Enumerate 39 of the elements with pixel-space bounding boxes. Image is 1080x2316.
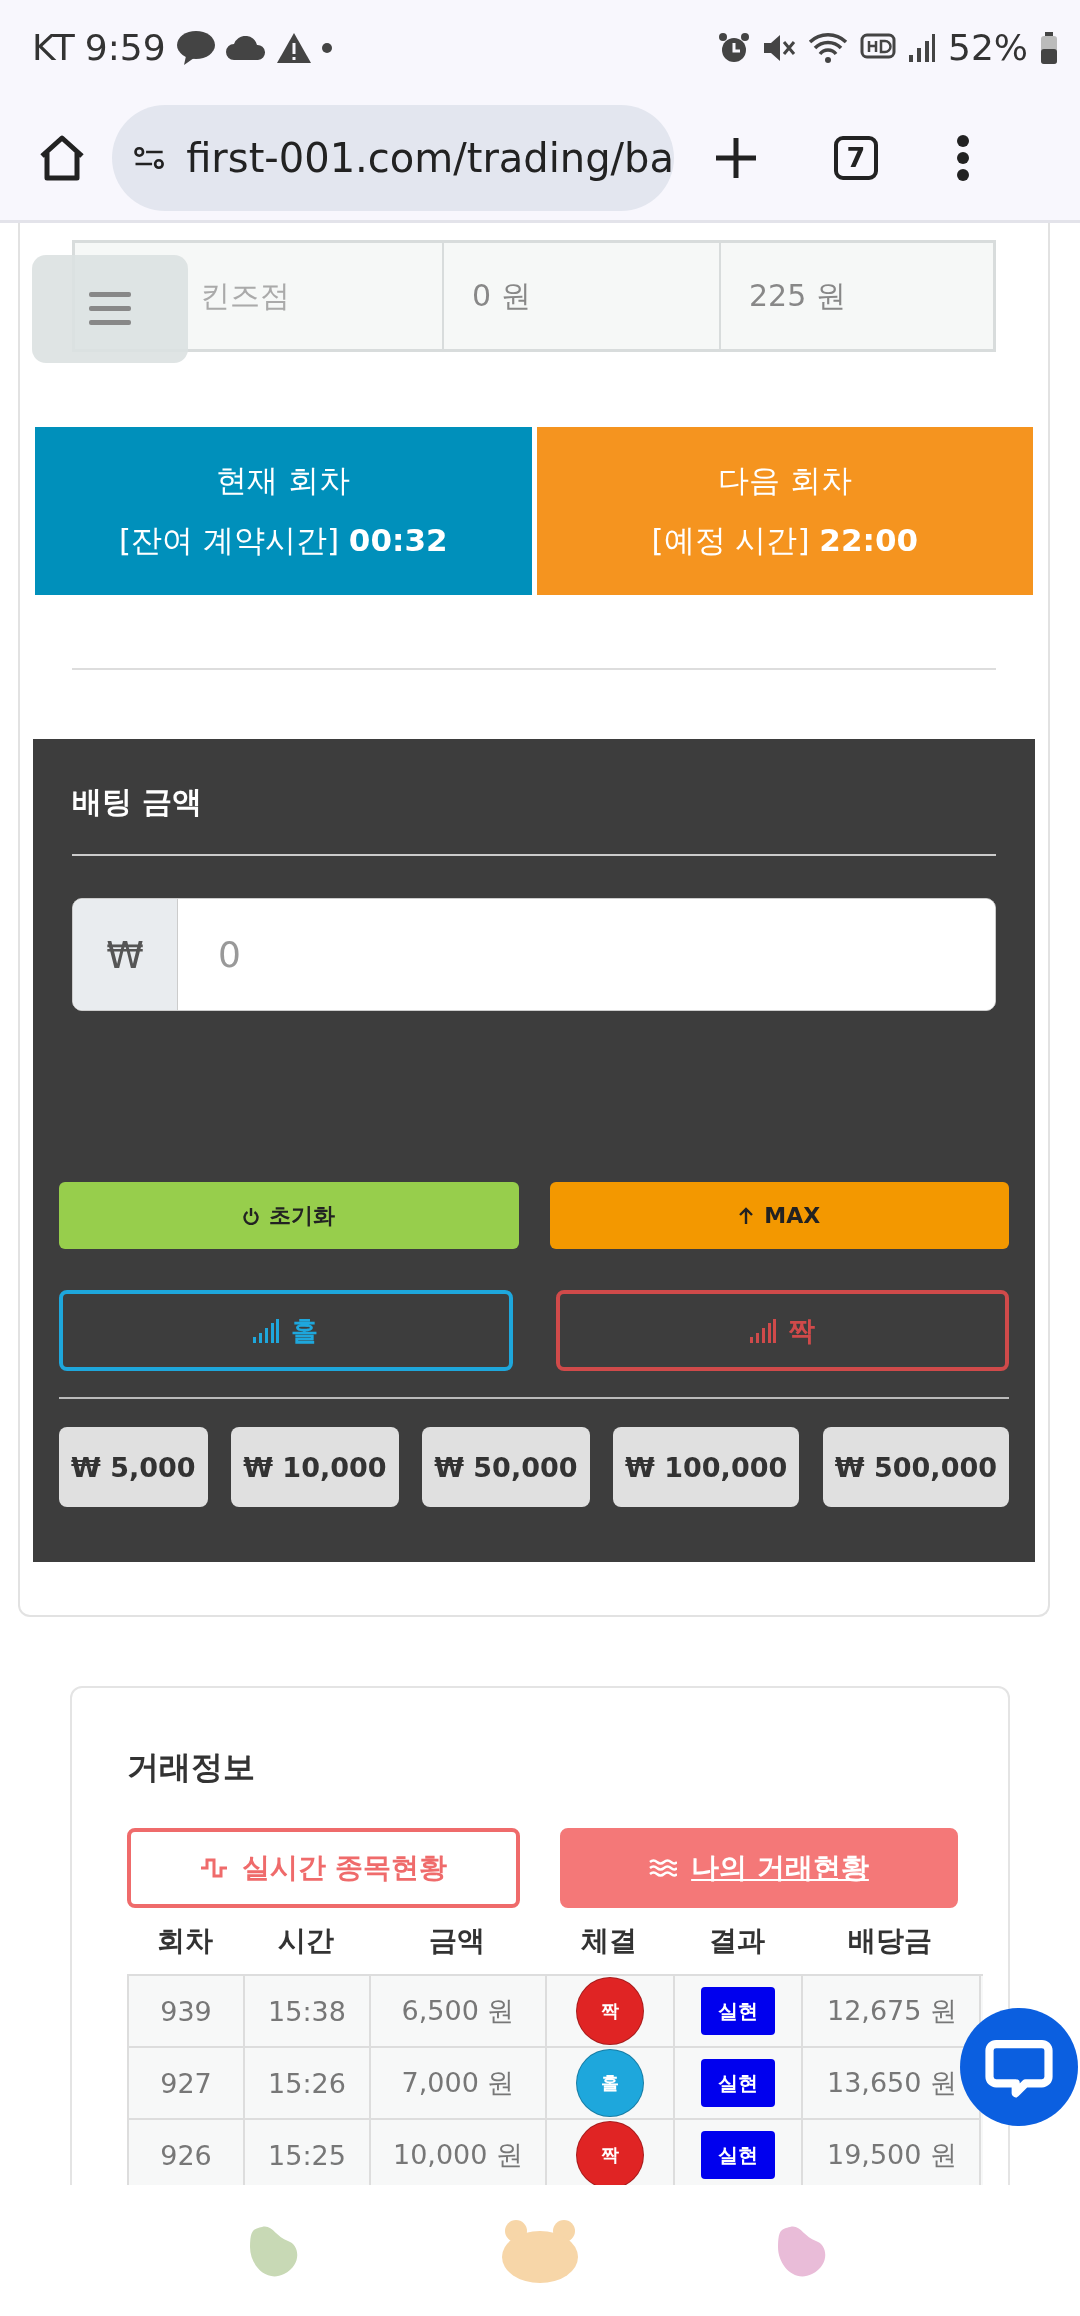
amount-chip[interactable]: ₩ 10,000 (231, 1427, 399, 1507)
pick-badge: 짝 (576, 1977, 644, 2045)
result-badge: 실현 (701, 2131, 775, 2179)
column-header: 금액 (428, 1923, 486, 1959)
pick-badge: 홀 (576, 2049, 644, 2117)
result-badge: 실현 (701, 2059, 775, 2107)
amount-chip[interactable]: ₩ 50,000 (422, 1427, 590, 1507)
round-title: 다음 회차 (717, 461, 852, 500)
round-title: 현재 회차 (216, 461, 351, 500)
reset-button[interactable]: 초기화 (59, 1182, 519, 1249)
column-header: 체결 (580, 1923, 638, 1959)
currency-label: ₩ (73, 899, 178, 1010)
column-header: 배당금 (847, 1923, 933, 1959)
amount-field[interactable]: ₩ 0 (72, 898, 996, 1011)
table-cell-text: 225 원 (749, 276, 846, 315)
url-field[interactable]: first-001.com/trading/ba (112, 104, 674, 211)
carrier-text: KT (32, 27, 75, 68)
column-header: 회차 (156, 1923, 214, 1959)
amount-chip[interactable]: ₩ 5,000 (59, 1427, 208, 1507)
amount-chip[interactable]: ₩ 500,000 (822, 1427, 1009, 1507)
panel-title: 배팅 금액 (71, 782, 204, 821)
clock-text: 9:59 (84, 27, 166, 68)
round-time-text: [잔여 계약시간] 00:32 (118, 521, 448, 560)
section-title: 거래정보 (127, 1747, 256, 1788)
column-header: 결과 (708, 1923, 766, 1959)
pick-badge: 짝 (576, 2121, 644, 2185)
result-badge: 실현 (701, 1987, 775, 2035)
max-button[interactable]: MAX (549, 1182, 1009, 1249)
table-cell-text: 19,500 원 (826, 2138, 958, 2172)
table-cell-text: 0 원 (472, 276, 531, 315)
round-time-text: [예정 시간] 22:00 (651, 521, 919, 560)
table-cell-text: 킨즈점 (200, 276, 290, 315)
table-cell-text: 13,650 원 (826, 2066, 958, 2100)
table-cell-text: 12,675 원 (826, 1994, 958, 2028)
tab-count-button[interactable]: 7 (834, 135, 878, 180)
amount-chip[interactable]: ₩ 100,000 (613, 1427, 800, 1507)
battery-text: 52% (948, 27, 1028, 68)
pick-button[interactable]: 홀 (59, 1290, 513, 1371)
column-header: 시간 (277, 1923, 335, 1959)
